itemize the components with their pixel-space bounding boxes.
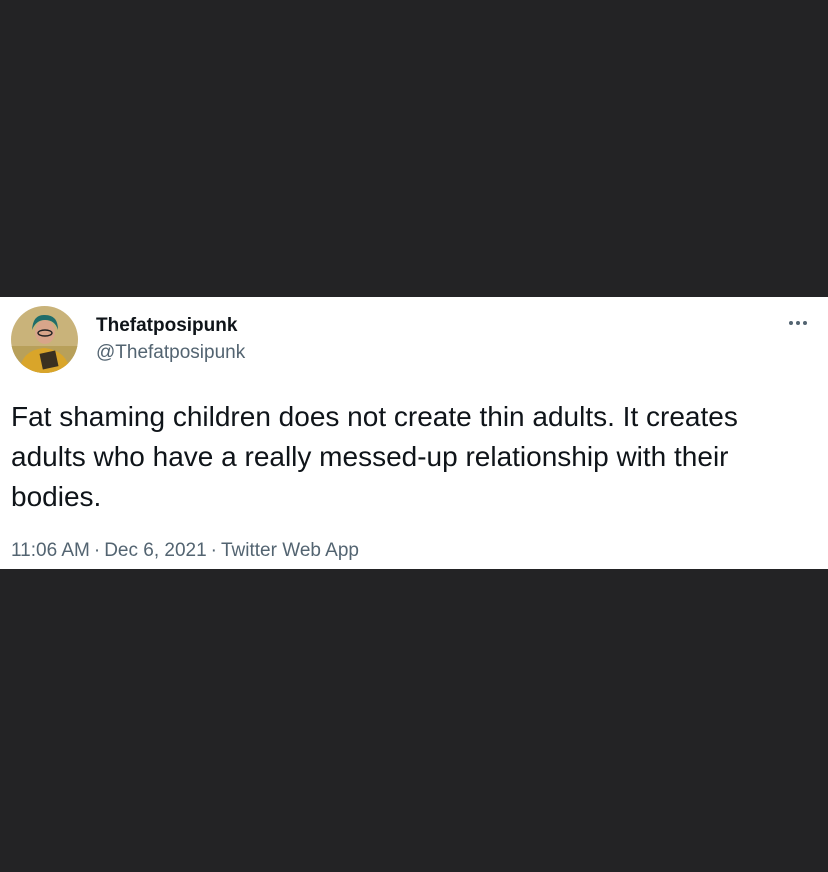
tweet-time[interactable]: 11:06 AM	[11, 540, 90, 561]
tweet-card: Thefatposipunk @Thefatposipunk Fat shami…	[0, 297, 828, 569]
meta-separator: ·	[93, 540, 101, 561]
display-name[interactable]: Thefatposipunk	[96, 315, 237, 337]
user-handle[interactable]: @Thefatposipunk	[96, 342, 245, 364]
more-dot	[789, 321, 793, 325]
meta-separator: ·	[210, 540, 217, 561]
profile-avatar-icon[interactable]	[11, 306, 78, 373]
tweet-text: Fat shaming children does not create thi…	[11, 401, 738, 512]
more-horizontal-icon[interactable]	[784, 313, 812, 333]
tweet-source[interactable]: Twitter Web App	[221, 540, 359, 561]
tweet-meta: 11:06 AM · Dec 6, 2021 · Twitter Web App	[11, 540, 359, 562]
avatar-image	[11, 306, 78, 373]
more-dot	[803, 321, 807, 325]
tweet-date[interactable]: Dec 6, 2021	[104, 540, 206, 561]
more-dot	[796, 321, 800, 325]
